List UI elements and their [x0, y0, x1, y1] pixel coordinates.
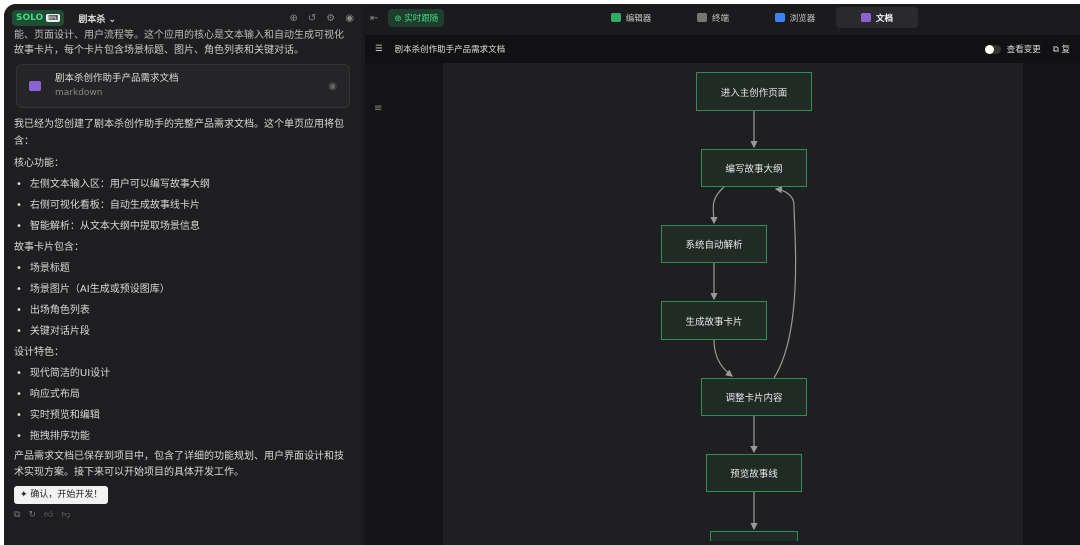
- flow-edge: [773, 186, 797, 379]
- flow-edge: [713, 339, 733, 377]
- flow-node[interactable]: 编写故事大纲: [701, 149, 807, 187]
- app-window: SOLO ⌨ 剧本杀 ⌄ ⊕ ↺ ⚙ ◉ 能、页面设计、用户流程等。这个应用的核心是文本…: [4, 4, 1080, 545]
- flow-node[interactable]: 生成故事卡片: [661, 301, 767, 340]
- flow-node[interactable]: 预览故事线: [706, 454, 802, 492]
- workspace-panel: ⇤ ⊛ 实时跟随 编辑器 终端 浏览器 文档 ☰ 剧本杀创作助手产品需求文档 查看变更…: [364, 4, 1080, 545]
- flow-node[interactable]: [710, 531, 798, 541]
- flowchart-canvas: 进入主创作页面 编写故事大纲系统自动解析 生成故事卡片调整卡片内容 预览故事线: [443, 63, 1023, 545]
- flow-edges: [710, 111, 797, 531]
- flow-edge: [710, 186, 725, 225]
- flow-node[interactable]: 调整卡片内容: [701, 378, 807, 416]
- doc-right-margin: [1023, 63, 1080, 545]
- flow-node[interactable]: 系统自动解析: [661, 225, 767, 263]
- flow-node[interactable]: 进入主创作页面: [696, 72, 812, 111]
